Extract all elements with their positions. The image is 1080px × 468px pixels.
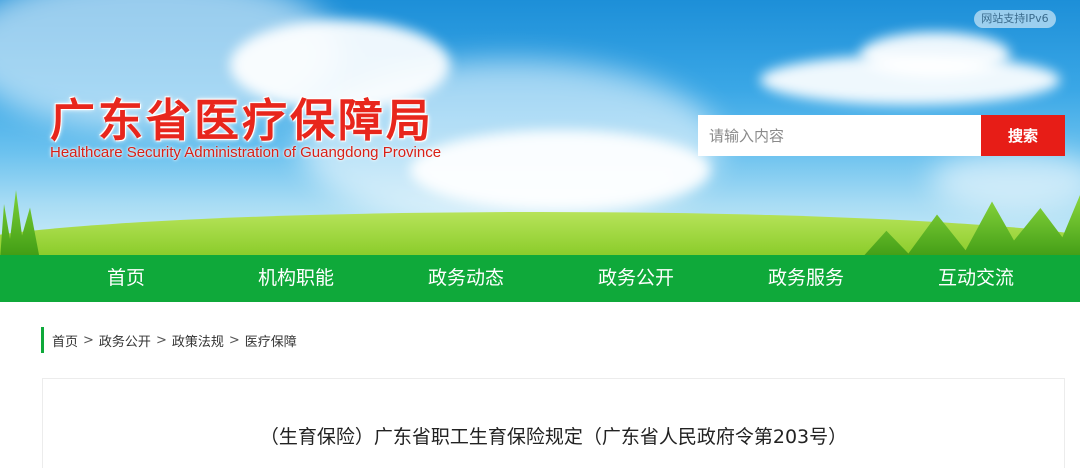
breadcrumb-link-disclosure[interactable]: 政务公开 bbox=[99, 331, 151, 350]
article-title: （生育保险）广东省职工生育保险规定（广东省人民政府令第203号） bbox=[259, 426, 848, 448]
site-logo-subtitle: Healthcare Security Administration of Gu… bbox=[50, 144, 442, 161]
ipv6-badge: 网站支持IPv6 bbox=[974, 10, 1056, 28]
nav-item-news[interactable]: 政务动态 bbox=[381, 255, 551, 302]
nav-item-organization[interactable]: 机构职能 bbox=[211, 255, 381, 302]
breadcrumb-link-medical-security[interactable]: 医疗保障 bbox=[245, 331, 297, 350]
nav-item-disclosure[interactable]: 政务公开 bbox=[551, 255, 721, 302]
cloud-decoration bbox=[930, 150, 1080, 210]
site-logo-title[interactable]: 广东省医疗保障局 bbox=[50, 84, 434, 149]
breadcrumb-link-policy[interactable]: 政策法规 bbox=[172, 331, 224, 350]
article-container: （生育保险）广东省职工生育保险规定（广东省人民政府令第203号） bbox=[42, 378, 1065, 468]
main-nav: 首页 机构职能 政务动态 政务公开 政务服务 互动交流 bbox=[0, 255, 1080, 302]
cloud-decoration bbox=[410, 130, 710, 210]
breadcrumb-separator: > bbox=[228, 332, 240, 348]
header-banner: 网站支持IPv6 广东省医疗保障局 Healthcare Security Ad… bbox=[0, 0, 1080, 255]
breadcrumb: 首页 > 政务公开 > 政策法规 > 医疗保障 bbox=[41, 327, 297, 353]
breadcrumb-separator: > bbox=[155, 332, 167, 348]
cloud-decoration bbox=[760, 55, 1060, 105]
grass-decoration bbox=[0, 190, 40, 255]
search-input[interactable] bbox=[698, 115, 981, 156]
nav-item-interaction[interactable]: 互动交流 bbox=[891, 255, 1061, 302]
search-button[interactable]: 搜索 bbox=[981, 115, 1065, 156]
nav-item-home[interactable]: 首页 bbox=[41, 255, 211, 302]
breadcrumb-link-home[interactable]: 首页 bbox=[52, 331, 78, 350]
breadcrumb-separator: > bbox=[83, 332, 94, 348]
nav-item-services[interactable]: 政务服务 bbox=[721, 255, 891, 302]
